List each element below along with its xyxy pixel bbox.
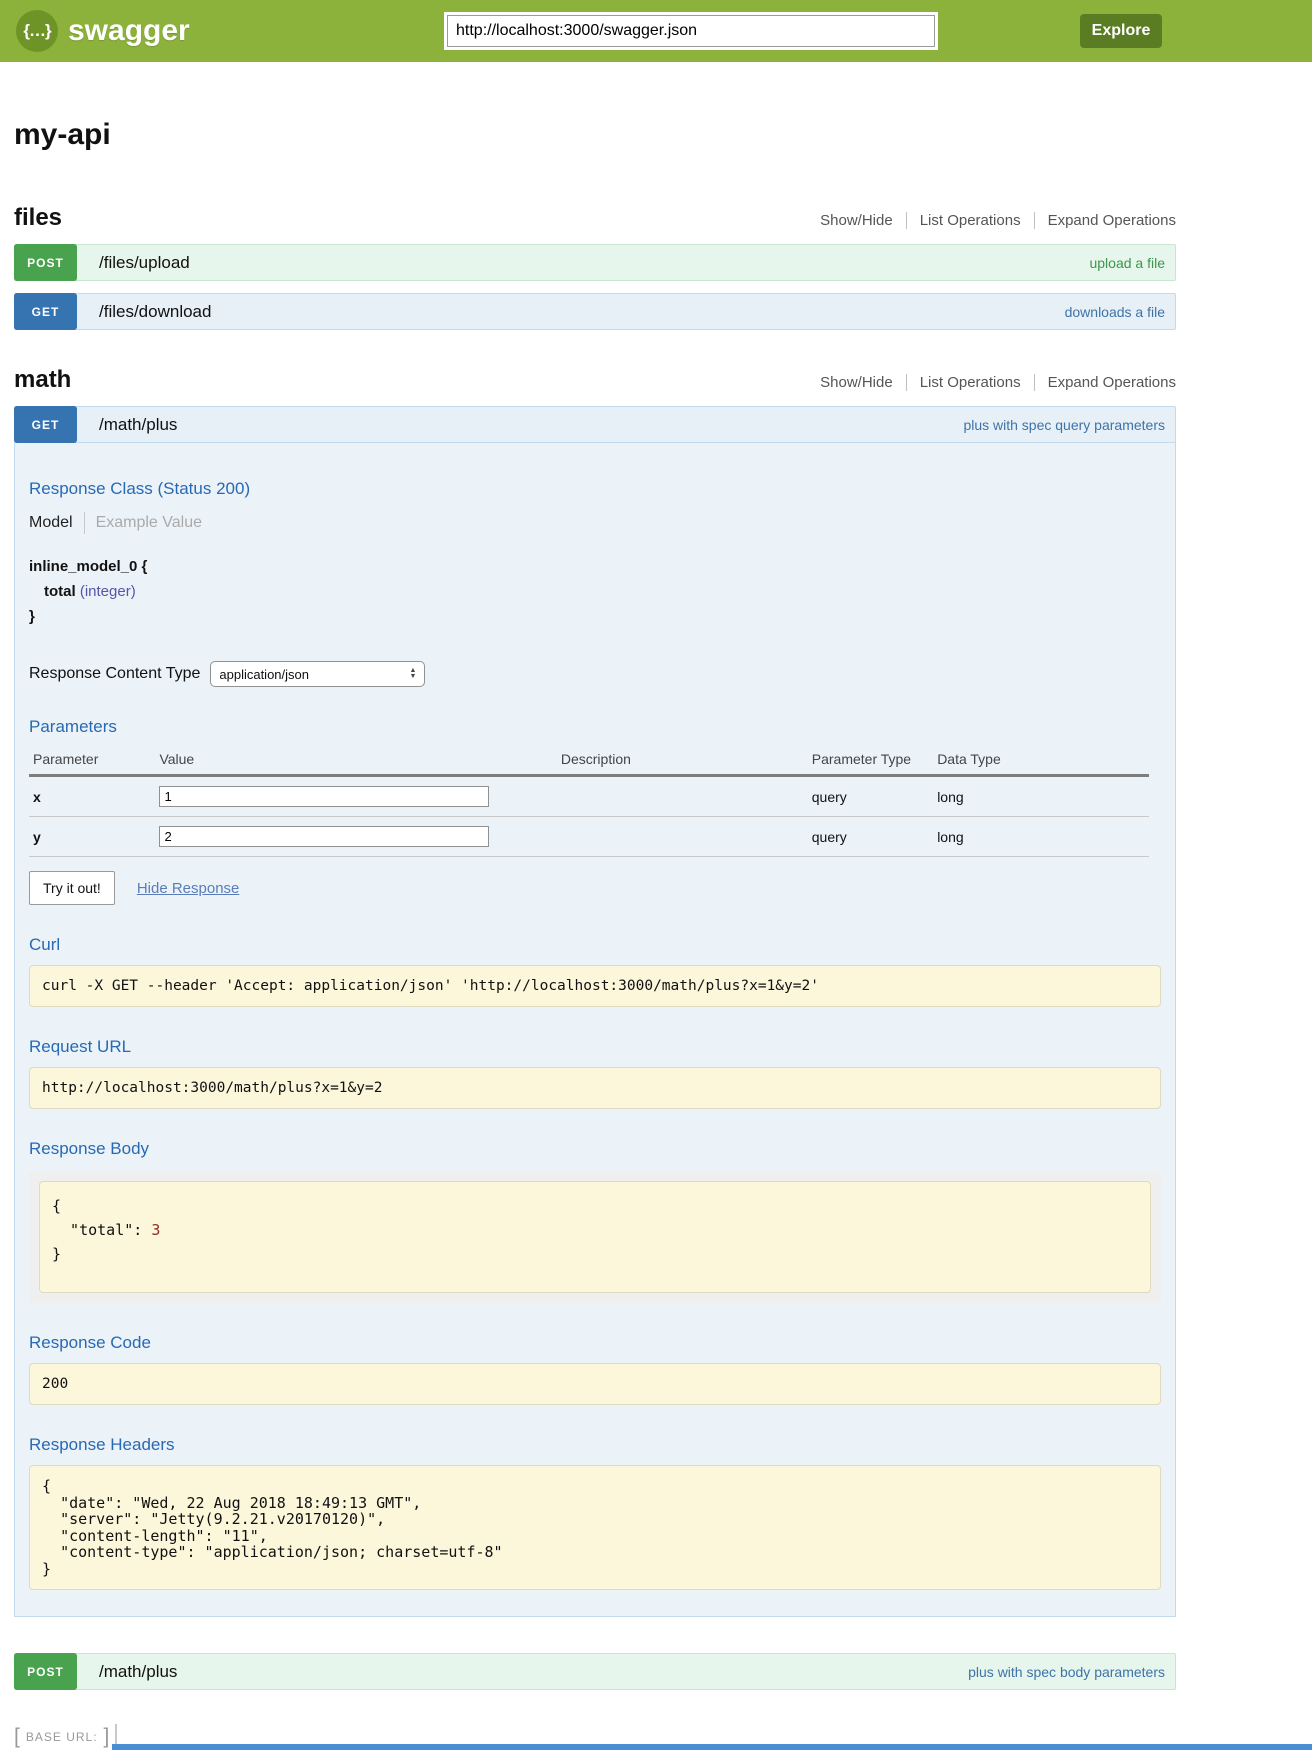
response-content-type-label: Response Content Type — [29, 665, 200, 683]
param-type: query — [808, 776, 933, 817]
endpoint-get-math-plus[interactable]: GET /math/plus plus with spec query para… — [14, 406, 1176, 443]
endpoint-summary-link[interactable]: plus with spec query parameters — [963, 417, 1165, 433]
spec-url-input[interactable] — [447, 15, 935, 47]
endpoint-path-link[interactable]: /files/download — [99, 302, 211, 322]
parameters-heading: Parameters — [29, 717, 1161, 737]
table-row: x query long — [29, 776, 1149, 817]
select-arrows-icon: ▲▼ — [409, 668, 416, 680]
col-header-description: Description — [557, 747, 808, 776]
request-url-heading: Request URL — [29, 1037, 1161, 1057]
endpoint-post-files-upload[interactable]: POST /files/upload upload a file — [14, 244, 1176, 281]
post-method-badge: POST — [14, 1653, 77, 1690]
param-type: query — [808, 817, 933, 857]
tab-example-value[interactable]: Example Value — [96, 514, 202, 532]
response-headers-heading: Response Headers — [29, 1435, 1161, 1455]
section-controls: Show/Hide List Operations Expand Operati… — [807, 374, 1176, 391]
param-name: y — [29, 817, 155, 857]
swagger-logo-text: swagger — [68, 14, 190, 48]
response-body-json: { "total": 3 } — [39, 1181, 1151, 1293]
param-x-input[interactable] — [159, 786, 489, 807]
model-open-line: inline_model_0 { — [29, 554, 1161, 579]
section-math: math Show/Hide List Operations Expand Op… — [14, 366, 1176, 1690]
endpoint-path-link[interactable]: /math/plus — [99, 415, 177, 435]
show-hide-link[interactable]: Show/Hide — [807, 374, 906, 391]
model-property-type: (integer) — [80, 583, 136, 600]
bottom-progress-strip — [112, 1744, 1312, 1750]
model-signature: inline_model_0 { total (integer) } — [29, 554, 1161, 629]
model-tabs: Model Example Value — [29, 512, 1161, 534]
expand-operations-link[interactable]: Expand Operations — [1034, 212, 1176, 229]
list-operations-link[interactable]: List Operations — [906, 212, 1034, 229]
curl-command: curl -X GET --header 'Accept: applicatio… — [29, 965, 1161, 1007]
endpoint-summary-link[interactable]: downloads a file — [1065, 304, 1165, 320]
endpoint-summary-link[interactable]: plus with spec body parameters — [968, 1664, 1165, 1680]
param-description — [557, 817, 808, 857]
parameters-table: Parameter Value Description Parameter Ty… — [29, 747, 1149, 857]
param-description — [557, 776, 808, 817]
response-content-type-select[interactable]: application/json ▲▼ — [210, 661, 425, 687]
response-headers-json: { "date": "Wed, 22 Aug 2018 18:49:13 GMT… — [29, 1465, 1161, 1590]
endpoint-post-math-plus[interactable]: POST /math/plus plus with spec body para… — [14, 1653, 1176, 1690]
list-operations-link[interactable]: List Operations — [906, 374, 1034, 391]
curl-heading: Curl — [29, 935, 1161, 955]
header-bar: {…} swagger Explore — [0, 0, 1312, 62]
section-title-files[interactable]: files — [14, 204, 62, 232]
expand-operations-link[interactable]: Expand Operations — [1034, 374, 1176, 391]
swagger-logo[interactable]: {…} swagger — [16, 10, 190, 52]
tab-model[interactable]: Model — [29, 514, 73, 532]
section-title-math[interactable]: math — [14, 366, 71, 394]
post-method-badge: POST — [14, 244, 77, 281]
page-title: my-api — [14, 118, 1176, 152]
show-hide-link[interactable]: Show/Hide — [807, 212, 906, 229]
response-body-heading: Response Body — [29, 1139, 1161, 1159]
response-code-heading: Response Code — [29, 1333, 1161, 1353]
param-y-input[interactable] — [159, 826, 489, 847]
model-close-line: } — [29, 604, 1161, 629]
endpoint-path-link[interactable]: /files/upload — [99, 253, 190, 273]
json-text: { "total": — [52, 1197, 151, 1239]
model-property-name: total — [44, 583, 76, 600]
base-url-label: BASE URL: — [26, 1730, 98, 1744]
json-number: 3 — [151, 1221, 160, 1239]
col-header-data-type: Data Type — [933, 747, 1149, 776]
section-files: files Show/Hide List Operations Expand O… — [14, 204, 1176, 330]
section-controls: Show/Hide List Operations Expand Operati… — [807, 212, 1176, 229]
param-data-type: long — [933, 776, 1149, 817]
explore-button[interactable]: Explore — [1080, 14, 1162, 48]
request-url-value: http://localhost:3000/math/plus?x=1&y=2 — [29, 1067, 1161, 1109]
hide-response-link[interactable]: Hide Response — [137, 880, 240, 897]
swagger-logo-icon: {…} — [16, 10, 58, 52]
get-method-badge: GET — [14, 293, 77, 330]
endpoint-summary-link[interactable]: upload a file — [1089, 255, 1165, 271]
endpoint-get-files-download[interactable]: GET /files/download downloads a file — [14, 293, 1176, 330]
footer-open-bracket: [ — [14, 1725, 20, 1749]
operation-panel: Response Class (Status 200) Model Exampl… — [14, 443, 1176, 1617]
try-it-out-button[interactable]: Try it out! — [29, 871, 115, 905]
param-name: x — [29, 776, 155, 817]
col-header-parameter: Parameter — [29, 747, 155, 776]
param-data-type: long — [933, 817, 1149, 857]
tab-divider — [84, 512, 85, 534]
endpoint-path-link[interactable]: /math/plus — [99, 1662, 177, 1682]
response-body-container: { "total": 3 } — [29, 1171, 1161, 1303]
col-header-parameter-type: Parameter Type — [808, 747, 933, 776]
response-class-heading: Response Class (Status 200) — [29, 479, 1161, 499]
selected-content-type: application/json — [219, 667, 309, 682]
response-code-value: 200 — [29, 1363, 1161, 1405]
get-method-badge: GET — [14, 406, 77, 443]
json-text: } — [52, 1245, 61, 1263]
table-row: y query long — [29, 817, 1149, 857]
col-header-value: Value — [155, 747, 556, 776]
footer-close-bracket: ] — [104, 1725, 110, 1749]
